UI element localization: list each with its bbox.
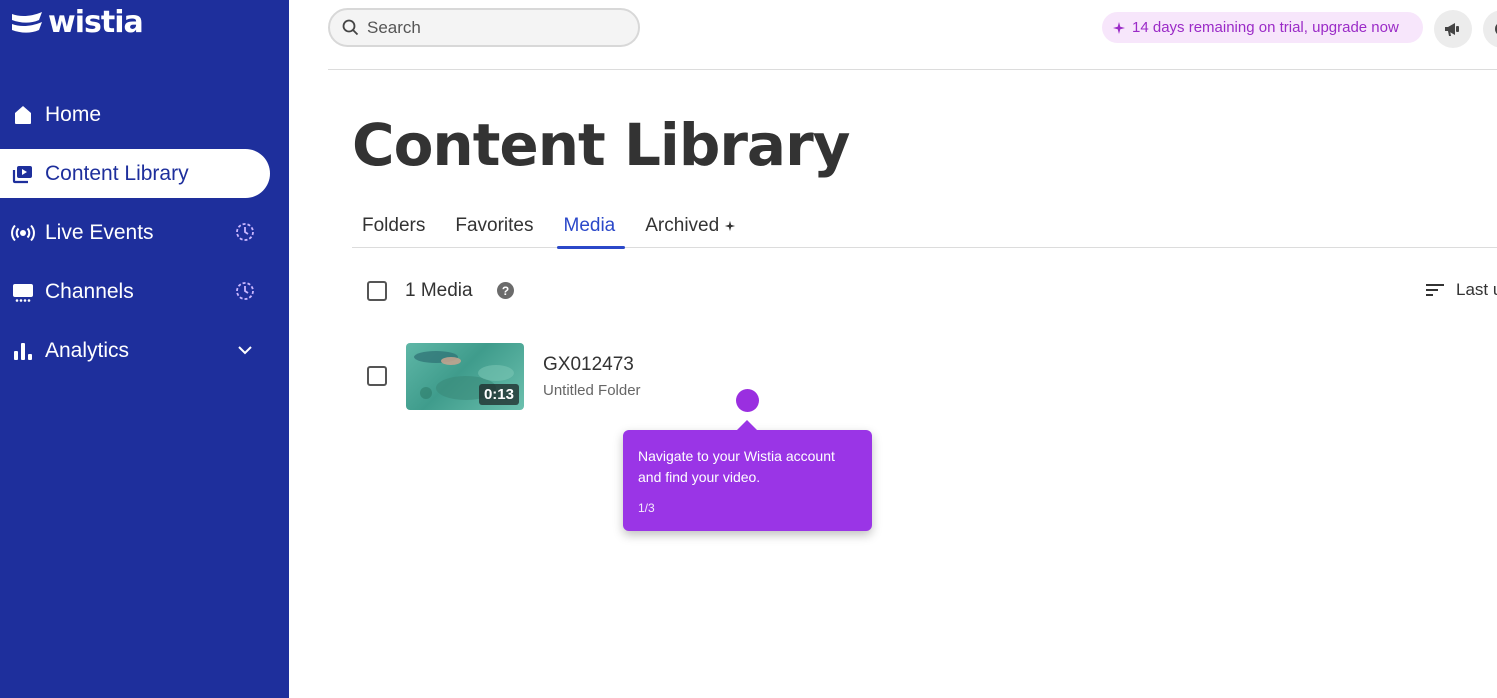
sidebar-item-channels[interactable]: Channels (0, 267, 289, 316)
tab-favorites[interactable]: Favorites (445, 204, 543, 247)
sidebar: wistia Home Content Library Live Events … (0, 0, 289, 698)
media-title[interactable]: GX012473 (543, 354, 634, 376)
clock-icon (233, 220, 257, 244)
sidebar-item-label: Content Library (45, 161, 189, 185)
sort-button[interactable]: Last u (1426, 280, 1497, 300)
tour-step-counter: 1/3 (638, 501, 655, 515)
sidebar-item-label: Live Events (45, 220, 154, 244)
wistia-logo-icon (12, 12, 42, 33)
clock-icon (233, 279, 257, 303)
media-count: 1 Media (405, 280, 473, 301)
trial-banner-text: 14 days remaining on trial, upgrade now (1132, 19, 1399, 36)
tab-folders[interactable]: Folders (352, 204, 435, 247)
tab-label: Media (563, 214, 616, 236)
video-duration: 0:13 (478, 384, 519, 405)
search-box[interactable] (328, 8, 640, 47)
tour-hotspot[interactable] (736, 389, 759, 412)
search-input[interactable] (367, 17, 617, 38)
tab-label: Archived (645, 214, 720, 236)
sidebar-item-label: Channels (45, 279, 134, 303)
select-all-checkbox[interactable] (367, 281, 387, 301)
analytics-icon (11, 339, 35, 363)
sidebar-item-content-library[interactable]: Content Library (0, 149, 270, 198)
trial-banner[interactable]: 14 days remaining on trial, upgrade now (1102, 12, 1423, 43)
page-title: Content Library (352, 111, 850, 179)
announcements-button[interactable] (1434, 10, 1472, 48)
header-divider (328, 69, 1497, 70)
sparkle-icon (1112, 21, 1126, 35)
wistia-logo-text: wistia (48, 5, 144, 40)
chevron-down-icon[interactable] (233, 338, 257, 362)
video-thumbnail[interactable]: 0:13 (406, 343, 524, 410)
sort-icon (1426, 283, 1444, 297)
search-icon (342, 19, 359, 36)
sidebar-item-label: Analytics (45, 338, 130, 362)
wistia-logo[interactable]: wistia (10, 5, 144, 40)
media-select-checkbox[interactable] (367, 366, 387, 386)
sidebar-item-home[interactable]: Home (0, 90, 289, 139)
tab-label: Folders (362, 214, 426, 236)
sidebar-item-analytics[interactable]: Analytics (0, 326, 289, 375)
media-folder[interactable]: Untitled Folder (543, 382, 641, 399)
sort-label: Last u (1456, 280, 1497, 299)
broadcast-icon (11, 221, 35, 245)
tab-archived[interactable]: Archived (635, 204, 746, 247)
sparkle-icon (724, 220, 736, 232)
help-menu-button[interactable] (1483, 10, 1497, 48)
megaphone-icon (1443, 20, 1463, 38)
tab-media[interactable]: Media (554, 204, 626, 249)
tour-tooltip: Navigate to your Wistia account and find… (623, 420, 872, 531)
library-icon (11, 162, 35, 186)
tour-tooltip-text: Navigate to your Wistia account and find… (638, 448, 835, 485)
sidebar-item-label: Home (45, 102, 102, 126)
sidebar-nav: Home Content Library Live Events Channel… (0, 90, 289, 385)
channels-icon (11, 280, 35, 304)
tab-label: Favorites (455, 214, 534, 236)
question-icon[interactable]: ? (497, 282, 514, 299)
content-tabs: Folders Favorites Media Archived (352, 204, 1497, 249)
sidebar-item-live-events[interactable]: Live Events (0, 208, 289, 257)
home-icon (11, 103, 35, 127)
